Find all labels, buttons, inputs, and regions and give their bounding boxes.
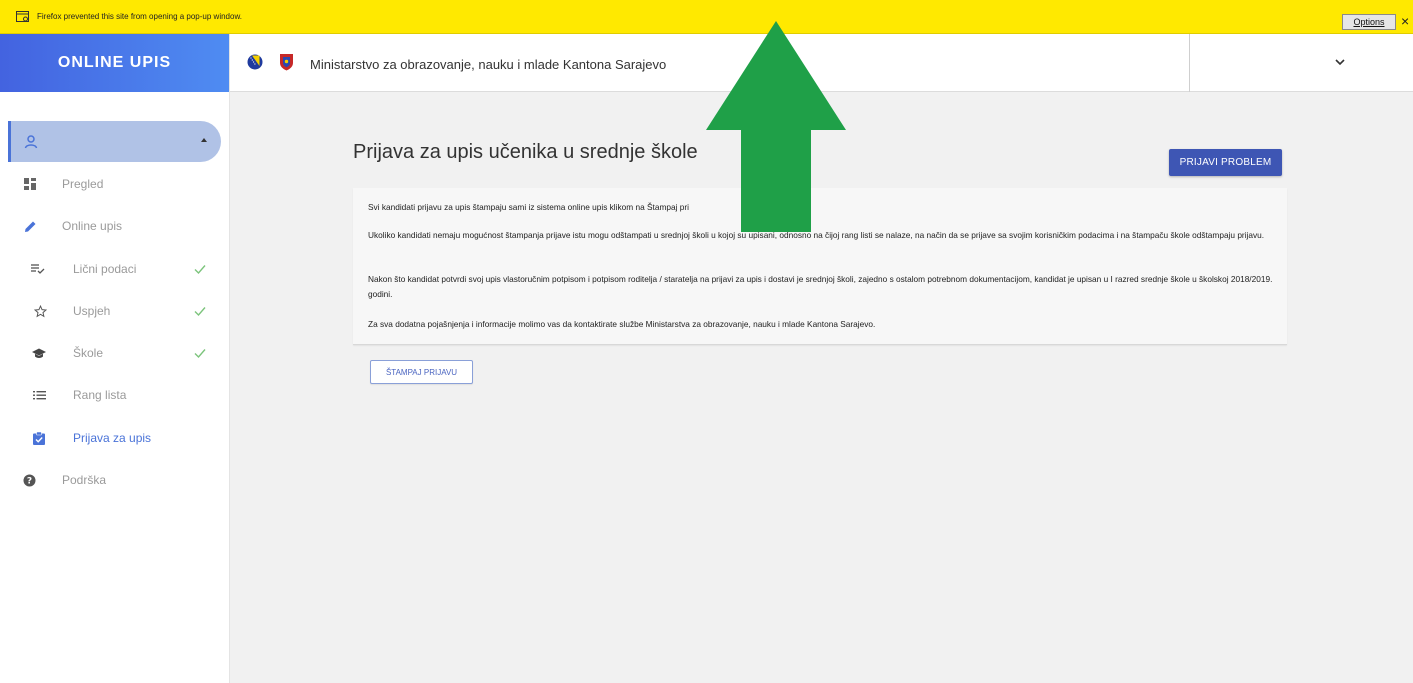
print-application-button[interactable]: ŠTAMPAJ PRIJAVU	[370, 360, 473, 384]
user-icon	[24, 134, 38, 148]
dashboard-icon	[22, 176, 38, 192]
brand-name: ONLINE UPIS	[57, 54, 172, 71]
sidebar-item-label: Rang lista	[73, 388, 127, 402]
school-icon	[31, 345, 47, 361]
caret-up-icon	[201, 138, 207, 142]
close-icon[interactable]: ×	[1401, 13, 1409, 29]
sidebar-item-podrska[interactable]: ? Podrška	[0, 460, 230, 500]
header-divider	[1189, 34, 1190, 92]
sidebar-item-label: Prijava za upis	[73, 431, 152, 445]
popup-blocked-message: Firefox prevented this site from opening…	[37, 12, 243, 21]
sidebar-item-online-upis[interactable]: Online upis	[0, 206, 230, 246]
canton-crest-icon	[280, 54, 293, 71]
sidebar-item-label: Škole	[73, 346, 104, 360]
sidebar-item-label: Pregled	[62, 177, 104, 191]
list-check-icon	[30, 261, 46, 277]
sidebar-item-label: Lični podaci	[73, 262, 137, 276]
chevron-down-icon[interactable]	[1335, 59, 1345, 66]
sidebar-item-rang-lista[interactable]: Rang lista	[0, 375, 230, 415]
page-title: Prijava za upis učenika u srednje škole	[353, 141, 698, 163]
bih-flag-icon	[247, 54, 263, 70]
clipboard-check-icon	[31, 430, 47, 446]
sidebar-item-label: Uspjeh	[73, 304, 111, 318]
report-problem-button[interactable]: PRIJAVI PROBLEM	[1169, 149, 1282, 176]
user-menu-toggle[interactable]	[8, 121, 221, 162]
svg-text:?: ?	[26, 476, 31, 486]
sidebar-item-label: Online upis	[62, 219, 123, 233]
ministry-title: Ministarstvo za obrazovanje, nauku i mla…	[310, 57, 667, 72]
check-icon	[194, 307, 206, 317]
list-icon	[31, 387, 47, 403]
sidebar-item-uspjeh[interactable]: Uspjeh	[0, 291, 230, 331]
sidebar-item-licni-podaci[interactable]: Lični podaci	[0, 249, 230, 289]
sidebar-item-skole[interactable]: Škole	[0, 333, 230, 373]
check-icon	[194, 349, 206, 359]
brand-header[interactable]: ONLINE UPIS	[0, 34, 229, 92]
check-icon	[194, 265, 206, 275]
popup-blocked-icon	[14, 8, 32, 26]
sidebar-item-pregled[interactable]: Pregled	[0, 164, 230, 204]
sidebar-item-label: Podrška	[62, 473, 107, 487]
sidebar: ONLINE UPIS Pregled Online upis Lični po…	[0, 34, 230, 683]
info-paragraph: Nakon što kandidat potvrdi svoj upis vla…	[368, 274, 1273, 299]
arrow-up-icon	[706, 21, 846, 232]
popup-options-button[interactable]: Options	[1342, 14, 1396, 30]
pencil-icon	[22, 218, 38, 234]
star-icon	[32, 303, 48, 319]
sidebar-item-prijava-za-upis[interactable]: Prijava za upis	[0, 418, 230, 458]
help-icon: ?	[21, 472, 37, 488]
info-paragraph: Za sva dodatna pojašnjenja i informacije…	[368, 319, 876, 329]
